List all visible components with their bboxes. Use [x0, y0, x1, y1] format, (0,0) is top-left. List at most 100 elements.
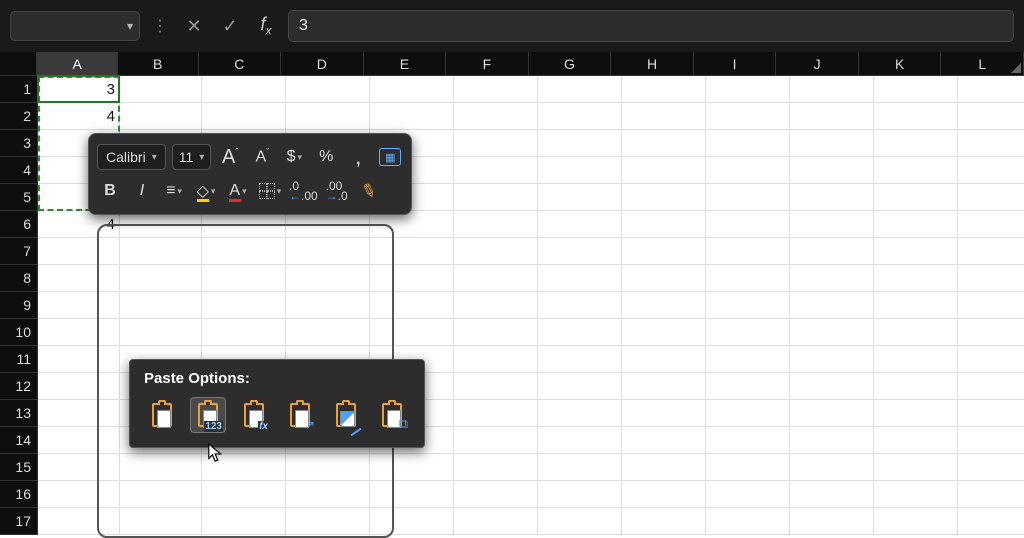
- cell[interactable]: [38, 265, 120, 292]
- cell[interactable]: [38, 454, 120, 481]
- paste-formatting-button[interactable]: [328, 397, 364, 433]
- cell[interactable]: [958, 346, 1024, 373]
- cell[interactable]: [538, 76, 622, 103]
- cell[interactable]: [790, 238, 874, 265]
- conversion-button[interactable]: ▦: [377, 144, 403, 170]
- row-header-12[interactable]: 12: [0, 373, 38, 400]
- cell[interactable]: [874, 508, 958, 535]
- name-box[interactable]: ▾: [10, 11, 140, 41]
- row-header-11[interactable]: 11: [0, 346, 38, 373]
- cell[interactable]: [622, 400, 706, 427]
- cell[interactable]: [538, 211, 622, 238]
- cell[interactable]: [286, 292, 370, 319]
- cell[interactable]: [38, 481, 120, 508]
- cell[interactable]: [538, 481, 622, 508]
- font-color-button[interactable]: A▾: [225, 178, 251, 204]
- cell[interactable]: [622, 238, 706, 265]
- cell[interactable]: [790, 292, 874, 319]
- cell[interactable]: [538, 157, 622, 184]
- cell[interactable]: [874, 319, 958, 346]
- cell[interactable]: [38, 346, 120, 373]
- cell[interactable]: [538, 184, 622, 211]
- cell[interactable]: [202, 103, 286, 130]
- cell[interactable]: [120, 238, 202, 265]
- cell[interactable]: [622, 157, 706, 184]
- comma-format-button[interactable]: ,: [345, 144, 371, 170]
- column-header-A[interactable]: A: [37, 52, 118, 76]
- cell[interactable]: [790, 319, 874, 346]
- cell[interactable]: [120, 481, 202, 508]
- font-name-select[interactable]: Calibri ▾: [97, 144, 166, 170]
- cell[interactable]: 4: [38, 103, 120, 130]
- cell[interactable]: [120, 508, 202, 535]
- font-size-select[interactable]: 11 ▾: [172, 144, 212, 170]
- format-painter-button[interactable]: ✎: [356, 178, 382, 204]
- cell[interactable]: [202, 508, 286, 535]
- cell[interactable]: [286, 319, 370, 346]
- cell[interactable]: [958, 157, 1024, 184]
- column-header-C[interactable]: C: [199, 52, 282, 76]
- cell[interactable]: [120, 292, 202, 319]
- cell[interactable]: [454, 319, 538, 346]
- cell[interactable]: [286, 76, 370, 103]
- cell[interactable]: [790, 265, 874, 292]
- cell[interactable]: [120, 211, 202, 238]
- cell[interactable]: [622, 346, 706, 373]
- row-header-15[interactable]: 15: [0, 454, 38, 481]
- row-header-10[interactable]: 10: [0, 319, 38, 346]
- cell[interactable]: [622, 319, 706, 346]
- increase-decimal-button[interactable]: .0←.00: [289, 178, 318, 204]
- cell[interactable]: [706, 400, 790, 427]
- cell[interactable]: [874, 454, 958, 481]
- row-header-1[interactable]: 1: [0, 76, 38, 103]
- cell[interactable]: [874, 373, 958, 400]
- column-header-J[interactable]: J: [776, 52, 859, 76]
- cell[interactable]: [38, 319, 120, 346]
- cell[interactable]: [790, 346, 874, 373]
- cell[interactable]: [874, 400, 958, 427]
- cell[interactable]: [370, 319, 454, 346]
- cell[interactable]: [538, 292, 622, 319]
- cell[interactable]: [538, 103, 622, 130]
- cell[interactable]: [958, 454, 1024, 481]
- cell[interactable]: [706, 157, 790, 184]
- row-header-7[interactable]: 7: [0, 238, 38, 265]
- cell[interactable]: [38, 292, 120, 319]
- decrease-font-button[interactable]: Aˇ: [249, 144, 275, 170]
- cell[interactable]: [286, 454, 370, 481]
- cell[interactable]: [454, 130, 538, 157]
- paste-formulas-button[interactable]: fx: [236, 397, 272, 433]
- cell[interactable]: [202, 265, 286, 292]
- increase-font-button[interactable]: Aˆ: [217, 144, 243, 170]
- cell[interactable]: [874, 481, 958, 508]
- cell[interactable]: [454, 265, 538, 292]
- cell[interactable]: [622, 292, 706, 319]
- cell[interactable]: [622, 103, 706, 130]
- paste-link-button[interactable]: ⧉: [374, 397, 410, 433]
- row-header-16[interactable]: 16: [0, 481, 38, 508]
- fill-color-button[interactable]: ◇▾: [193, 178, 219, 204]
- cell[interactable]: [874, 103, 958, 130]
- bold-button[interactable]: B: [97, 178, 123, 204]
- insert-function-button[interactable]: fx: [252, 12, 280, 40]
- cell[interactable]: [120, 265, 202, 292]
- cell[interactable]: [370, 292, 454, 319]
- cell[interactable]: [706, 103, 790, 130]
- column-header-D[interactable]: D: [281, 52, 364, 76]
- cell[interactable]: [286, 103, 370, 130]
- cell[interactable]: [538, 508, 622, 535]
- cell[interactable]: [202, 481, 286, 508]
- column-header-G[interactable]: G: [529, 52, 612, 76]
- cell[interactable]: [622, 508, 706, 535]
- cell[interactable]: [622, 211, 706, 238]
- decrease-decimal-button[interactable]: .00→.0: [324, 178, 350, 204]
- cell[interactable]: [202, 454, 286, 481]
- cell[interactable]: [454, 103, 538, 130]
- cell[interactable]: [454, 184, 538, 211]
- cell[interactable]: [454, 373, 538, 400]
- cell[interactable]: [622, 373, 706, 400]
- cell[interactable]: [286, 508, 370, 535]
- cell[interactable]: [538, 238, 622, 265]
- cell[interactable]: [454, 211, 538, 238]
- cell[interactable]: [706, 76, 790, 103]
